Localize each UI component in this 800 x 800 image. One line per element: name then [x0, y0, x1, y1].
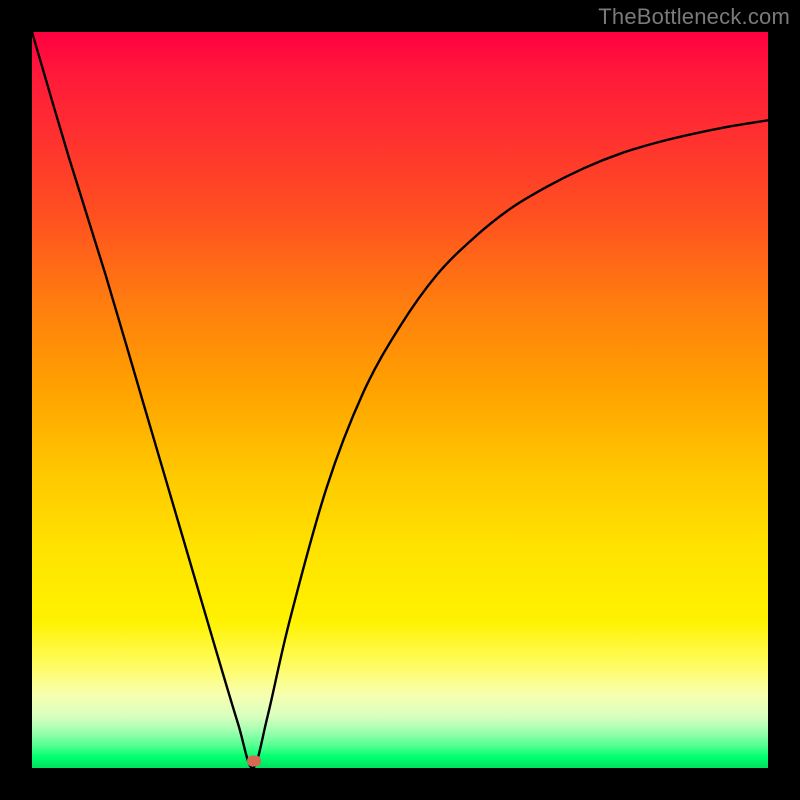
- watermark-text: TheBottleneck.com: [598, 4, 790, 30]
- minimum-marker: [247, 755, 261, 766]
- chart-frame: TheBottleneck.com: [0, 0, 800, 800]
- plot-area: [32, 32, 768, 768]
- bottleneck-curve: [32, 32, 768, 768]
